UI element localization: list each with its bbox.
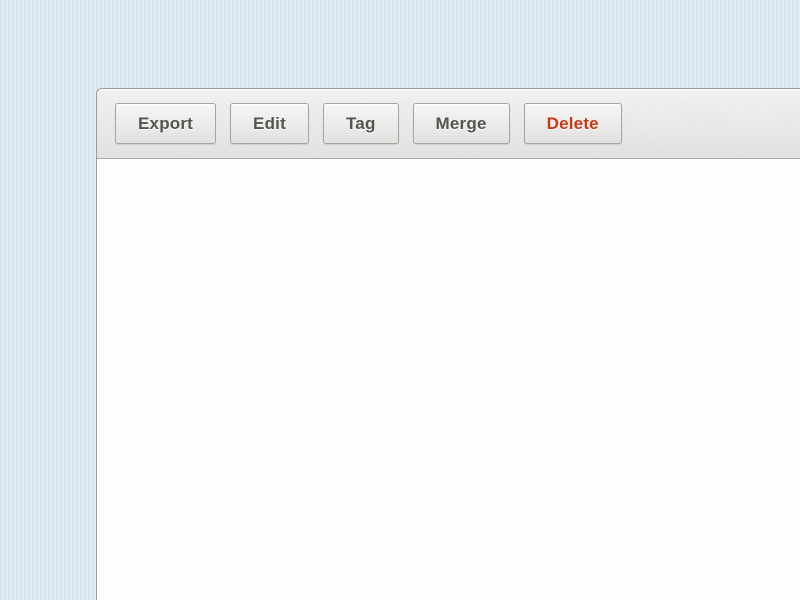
export-button[interactable]: Export: [115, 103, 216, 144]
merge-button[interactable]: Merge: [413, 103, 510, 144]
delete-button[interactable]: Delete: [524, 103, 622, 144]
toolbar: Export Edit Tag Merge Delete: [97, 89, 800, 159]
content-area: [97, 159, 800, 600]
tag-button[interactable]: Tag: [323, 103, 399, 144]
edit-button[interactable]: Edit: [230, 103, 309, 144]
app-window: Export Edit Tag Merge Delete: [96, 88, 800, 600]
